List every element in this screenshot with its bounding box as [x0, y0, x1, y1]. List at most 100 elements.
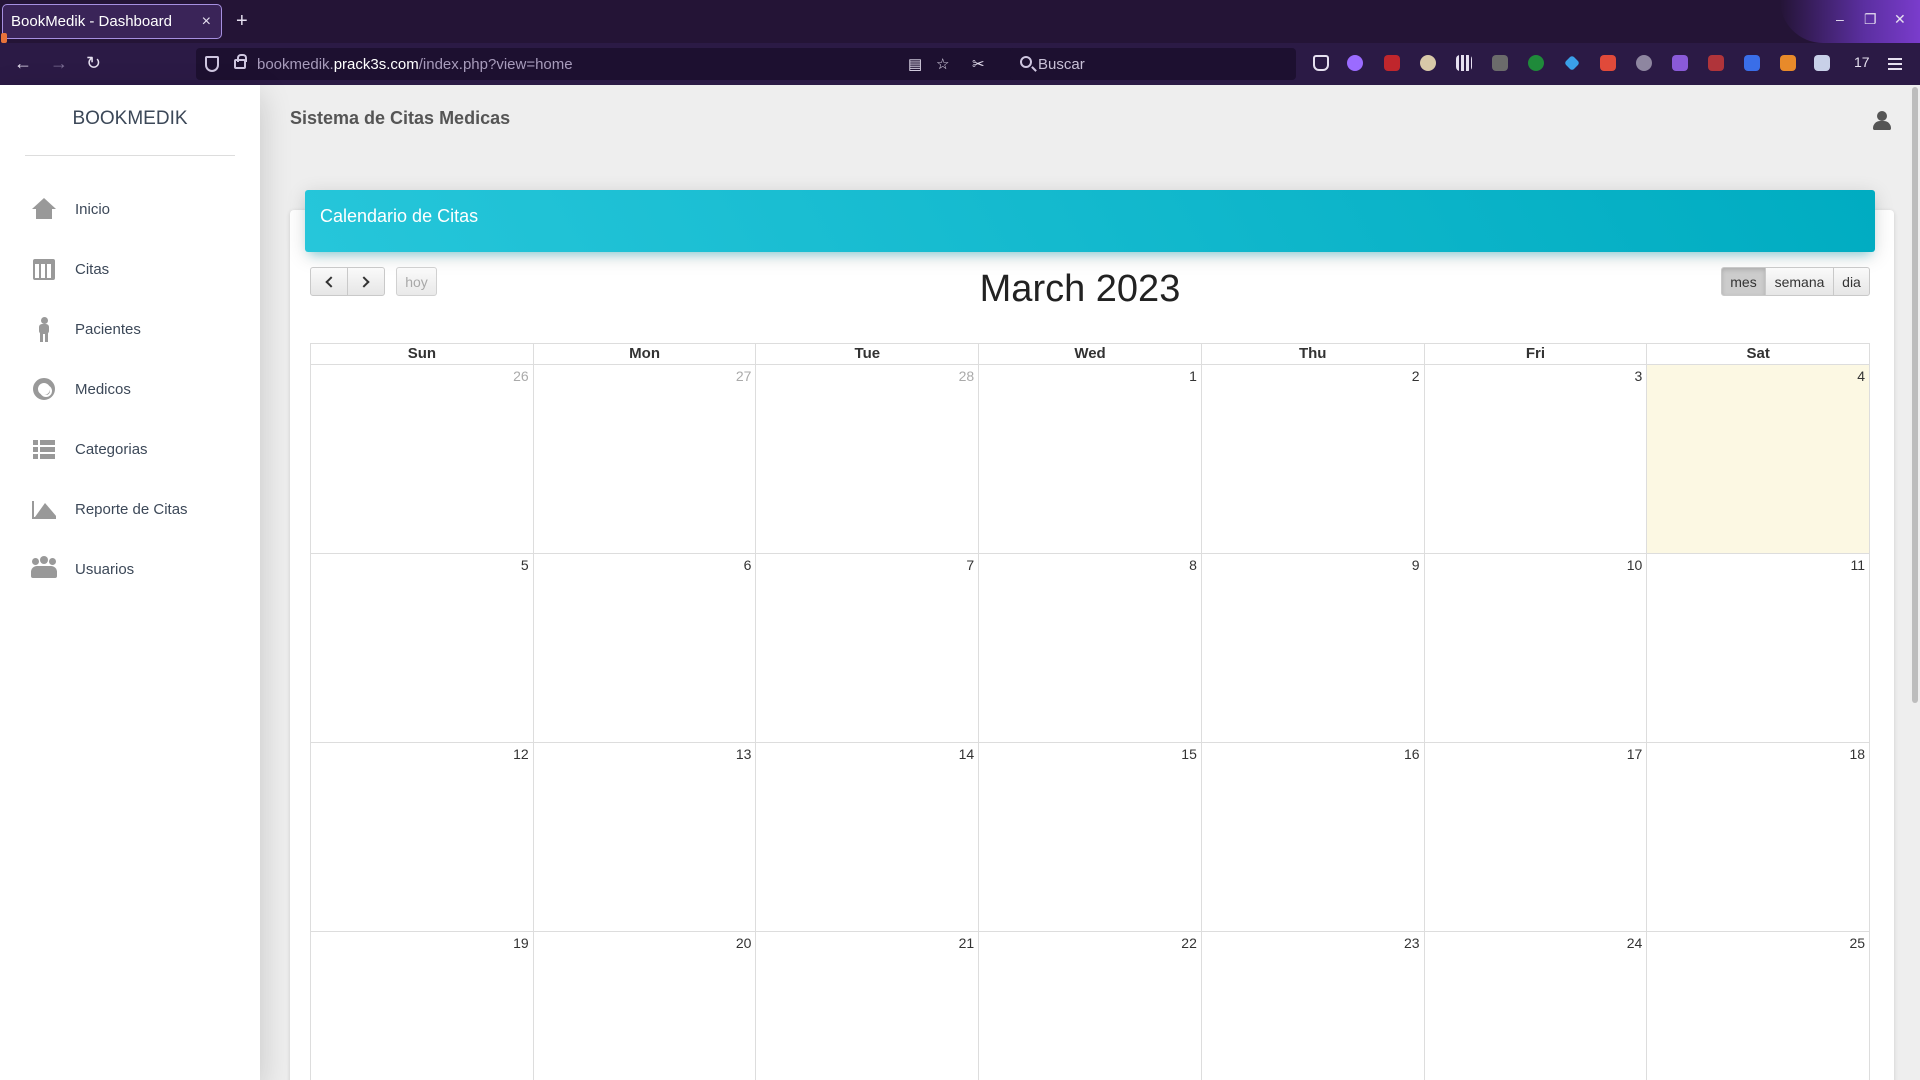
- calendar-day-cell[interactable]: 11: [1647, 554, 1871, 742]
- extensions-count[interactable]: 17: [1854, 54, 1870, 70]
- new-tab-button[interactable]: +: [236, 10, 248, 33]
- calendar-day-cell[interactable]: 13: [534, 743, 757, 931]
- calendar-day-cell[interactable]: 17: [1425, 743, 1648, 931]
- calendar-day-cell[interactable]: 21: [756, 932, 980, 1080]
- calendar-day-cell[interactable]: 6: [534, 554, 757, 742]
- bookmark-star-icon[interactable]: ☆: [936, 55, 949, 73]
- calendar-day-cell[interactable]: 2: [1202, 365, 1425, 553]
- calendar-day-cell[interactable]: 5: [311, 554, 534, 742]
- day-number[interactable]: 2: [1412, 368, 1420, 384]
- restore-icon[interactable]: ❐: [1864, 11, 1877, 28]
- day-number[interactable]: 23: [1404, 935, 1420, 951]
- calendar-day-cell[interactable]: 9: [1202, 554, 1425, 742]
- brand-logo-text[interactable]: BOOKMEDIK: [0, 108, 260, 130]
- browser-tab[interactable]: BookMedik - Dashboard ×: [1, 4, 222, 43]
- qr-code-icon[interactable]: [1456, 55, 1472, 71]
- calendar-day-cell[interactable]: 27: [534, 365, 757, 553]
- calendar-day-cell[interactable]: 8: [979, 554, 1202, 742]
- day-number[interactable]: 20: [736, 935, 752, 951]
- day-number[interactable]: 22: [1181, 935, 1197, 951]
- hd-icon[interactable]: [1708, 55, 1724, 71]
- extension-icon[interactable]: [1814, 55, 1830, 71]
- extension-icon[interactable]: [1347, 55, 1363, 71]
- day-number[interactable]: 11: [1850, 557, 1865, 573]
- day-number[interactable]: 26: [513, 368, 529, 384]
- extension-icon[interactable]: [1636, 55, 1652, 71]
- day-number[interactable]: 3: [1635, 368, 1643, 384]
- extension-icon[interactable]: [1420, 55, 1436, 71]
- calendar-day-cell[interactable]: 18: [1647, 743, 1871, 931]
- search-bar[interactable]: Buscar: [1010, 48, 1296, 80]
- sidebar-item-categorias[interactable]: Categorias: [30, 429, 240, 469]
- tracking-shield-icon[interactable]: [205, 56, 219, 72]
- day-number[interactable]: 19: [513, 935, 529, 951]
- extension-icon[interactable]: [1780, 55, 1796, 71]
- extension-icon[interactable]: [1672, 55, 1688, 71]
- user-icon[interactable]: [1872, 111, 1892, 131]
- calendar-day-cell[interactable]: 23: [1202, 932, 1425, 1080]
- tab-close-icon[interactable]: ×: [202, 13, 211, 31]
- day-number[interactable]: 14: [959, 746, 975, 762]
- calendar-day-cell[interactable]: 16: [1202, 743, 1425, 931]
- calendar-day-cell[interactable]: 25: [1647, 932, 1871, 1080]
- extension-icon[interactable]: [1384, 55, 1400, 71]
- calendar-day-cell[interactable]: 10: [1425, 554, 1648, 742]
- calendar-day-cell[interactable]: 7: [756, 554, 980, 742]
- day-number[interactable]: 12: [513, 746, 529, 762]
- calendar-day-cell[interactable]: 15: [979, 743, 1202, 931]
- day-number[interactable]: 15: [1181, 746, 1197, 762]
- calendar-day-cell[interactable]: 3: [1425, 365, 1648, 553]
- lock-icon[interactable]: [234, 54, 247, 69]
- day-number[interactable]: 18: [1849, 746, 1865, 762]
- day-number[interactable]: 8: [1189, 557, 1197, 573]
- day-number[interactable]: 1: [1189, 368, 1197, 384]
- scrollbar-thumb[interactable]: [1912, 87, 1918, 703]
- day-number[interactable]: 27: [736, 368, 752, 384]
- extension-icon[interactable]: [1492, 55, 1508, 71]
- day-number[interactable]: 28: [959, 368, 975, 384]
- day-number[interactable]: 6: [744, 557, 752, 573]
- calendar-day-cell[interactable]: 24: [1425, 932, 1648, 1080]
- day-number[interactable]: 5: [521, 557, 529, 573]
- sidebar-item-medicos[interactable]: Medicos: [30, 369, 240, 409]
- view-week-button[interactable]: semana: [1765, 267, 1834, 296]
- close-window-icon[interactable]: ✕: [1894, 11, 1906, 28]
- view-month-button[interactable]: mes: [1721, 267, 1766, 296]
- forward-icon[interactable]: →: [50, 53, 68, 74]
- calendar-day-cell[interactable]: 20: [534, 932, 757, 1080]
- reload-icon[interactable]: ↻: [86, 53, 101, 74]
- extension-icon[interactable]: [1528, 55, 1544, 71]
- sidebar-item-usuarios[interactable]: Usuarios: [30, 549, 240, 589]
- calendar-day-cell[interactable]: 19: [311, 932, 534, 1080]
- day-number[interactable]: 16: [1404, 746, 1420, 762]
- reader-view-icon[interactable]: ▤: [908, 55, 922, 73]
- back-icon[interactable]: ←: [14, 53, 32, 74]
- sidebar-item-inicio[interactable]: Inicio: [30, 189, 240, 229]
- sidebar-item-citas[interactable]: Citas: [30, 249, 240, 289]
- url-text[interactable]: bookmedik.prack3s.com/index.php?view=hom…: [257, 56, 573, 73]
- menu-icon[interactable]: [1888, 58, 1902, 70]
- calendar-day-cell[interactable]: 12: [311, 743, 534, 931]
- minimize-icon[interactable]: –: [1836, 11, 1844, 27]
- calendar-day-cell[interactable]: 26: [311, 365, 534, 553]
- day-number[interactable]: 24: [1627, 935, 1643, 951]
- calendar-day-cell-today[interactable]: 4: [1647, 365, 1871, 553]
- sidebar-item-reporte-de-citas[interactable]: Reporte de Citas: [30, 489, 240, 529]
- day-number[interactable]: 13: [736, 746, 752, 762]
- calendar-day-cell[interactable]: 22: [979, 932, 1202, 1080]
- day-number[interactable]: 10: [1627, 557, 1643, 573]
- day-number[interactable]: 7: [966, 557, 974, 573]
- camera-icon[interactable]: [1600, 55, 1616, 71]
- address-bar[interactable]: bookmedik.prack3s.com/index.php?view=hom…: [196, 48, 1026, 80]
- pocket-icon[interactable]: [1313, 55, 1329, 71]
- day-number[interactable]: 25: [1849, 935, 1865, 951]
- calendar-day-cell[interactable]: 28: [756, 365, 980, 553]
- sidebar-item-pacientes[interactable]: Pacientes: [30, 309, 240, 349]
- screenshot-icon[interactable]: ✂: [972, 55, 985, 73]
- calendar-day-cell[interactable]: 14: [756, 743, 980, 931]
- calendar-day-cell[interactable]: 1: [979, 365, 1202, 553]
- day-number[interactable]: 17: [1627, 746, 1643, 762]
- page-scrollbar[interactable]: [1911, 85, 1920, 1080]
- extension-icon[interactable]: [1564, 55, 1580, 71]
- day-number[interactable]: 21: [959, 935, 975, 951]
